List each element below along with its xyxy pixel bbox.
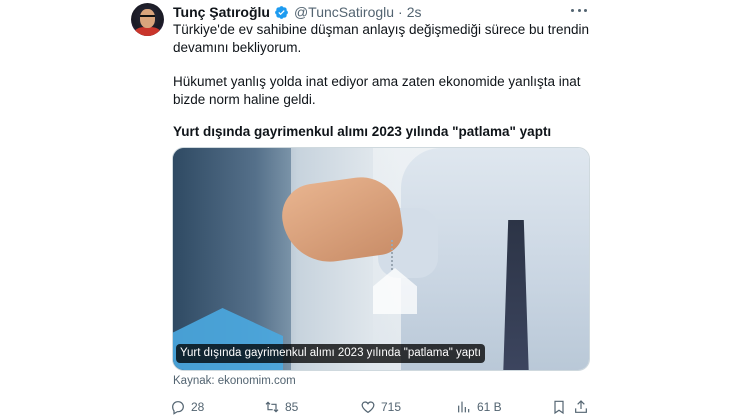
retweet-icon (265, 401, 279, 413)
author-handle[interactable]: @TuncSatiroglu (294, 4, 394, 20)
reply-count: 28 (191, 400, 205, 414)
link-headline[interactable]: Yurt dışında gayrimenkul alımı 2023 yılı… (173, 124, 551, 139)
tweet-actions: 28 85 715 61 B (170, 397, 592, 417)
views-icon (458, 401, 470, 413)
image-caption: Yurt dışında gayrimenkul alımı 2023 yılı… (176, 344, 485, 363)
bookmark-button[interactable] (551, 397, 572, 417)
tweet-text-paragraph-2: Hükumet yanlış yolda inat ediyor ama zat… (173, 74, 581, 107)
retweet-count: 85 (285, 400, 299, 414)
author-name[interactable]: Tunç Şatıroğlu (173, 4, 270, 20)
views-count: 61 B (477, 400, 502, 414)
avatar[interactable] (131, 3, 164, 36)
more-icon[interactable] (568, 3, 590, 17)
like-count: 715 (381, 400, 402, 414)
verified-badge-icon (275, 5, 288, 19)
like-icon (361, 401, 375, 414)
like-button[interactable]: 715 (360, 397, 401, 417)
share-button[interactable] (573, 397, 594, 417)
share-icon (575, 400, 587, 413)
tweet-header: Tunç Şatıroğlu @TuncSatiroglu · 2s (173, 3, 422, 21)
reply-button[interactable]: 28 (170, 397, 204, 417)
retweet-button[interactable]: 85 (264, 397, 298, 417)
reply-icon (172, 401, 184, 415)
separator-dot: · (398, 4, 403, 20)
link-source[interactable]: Kaynak: ekonomim.com (173, 375, 296, 387)
views-button[interactable]: 61 B (456, 397, 502, 417)
link-card-image[interactable] (172, 147, 590, 371)
tweet-text-paragraph-1: Türkiye'de ev sahibine düşman anlayış de… (173, 22, 590, 55)
tweet-timestamp[interactable]: 2s (407, 4, 422, 20)
bookmark-icon (554, 400, 564, 415)
